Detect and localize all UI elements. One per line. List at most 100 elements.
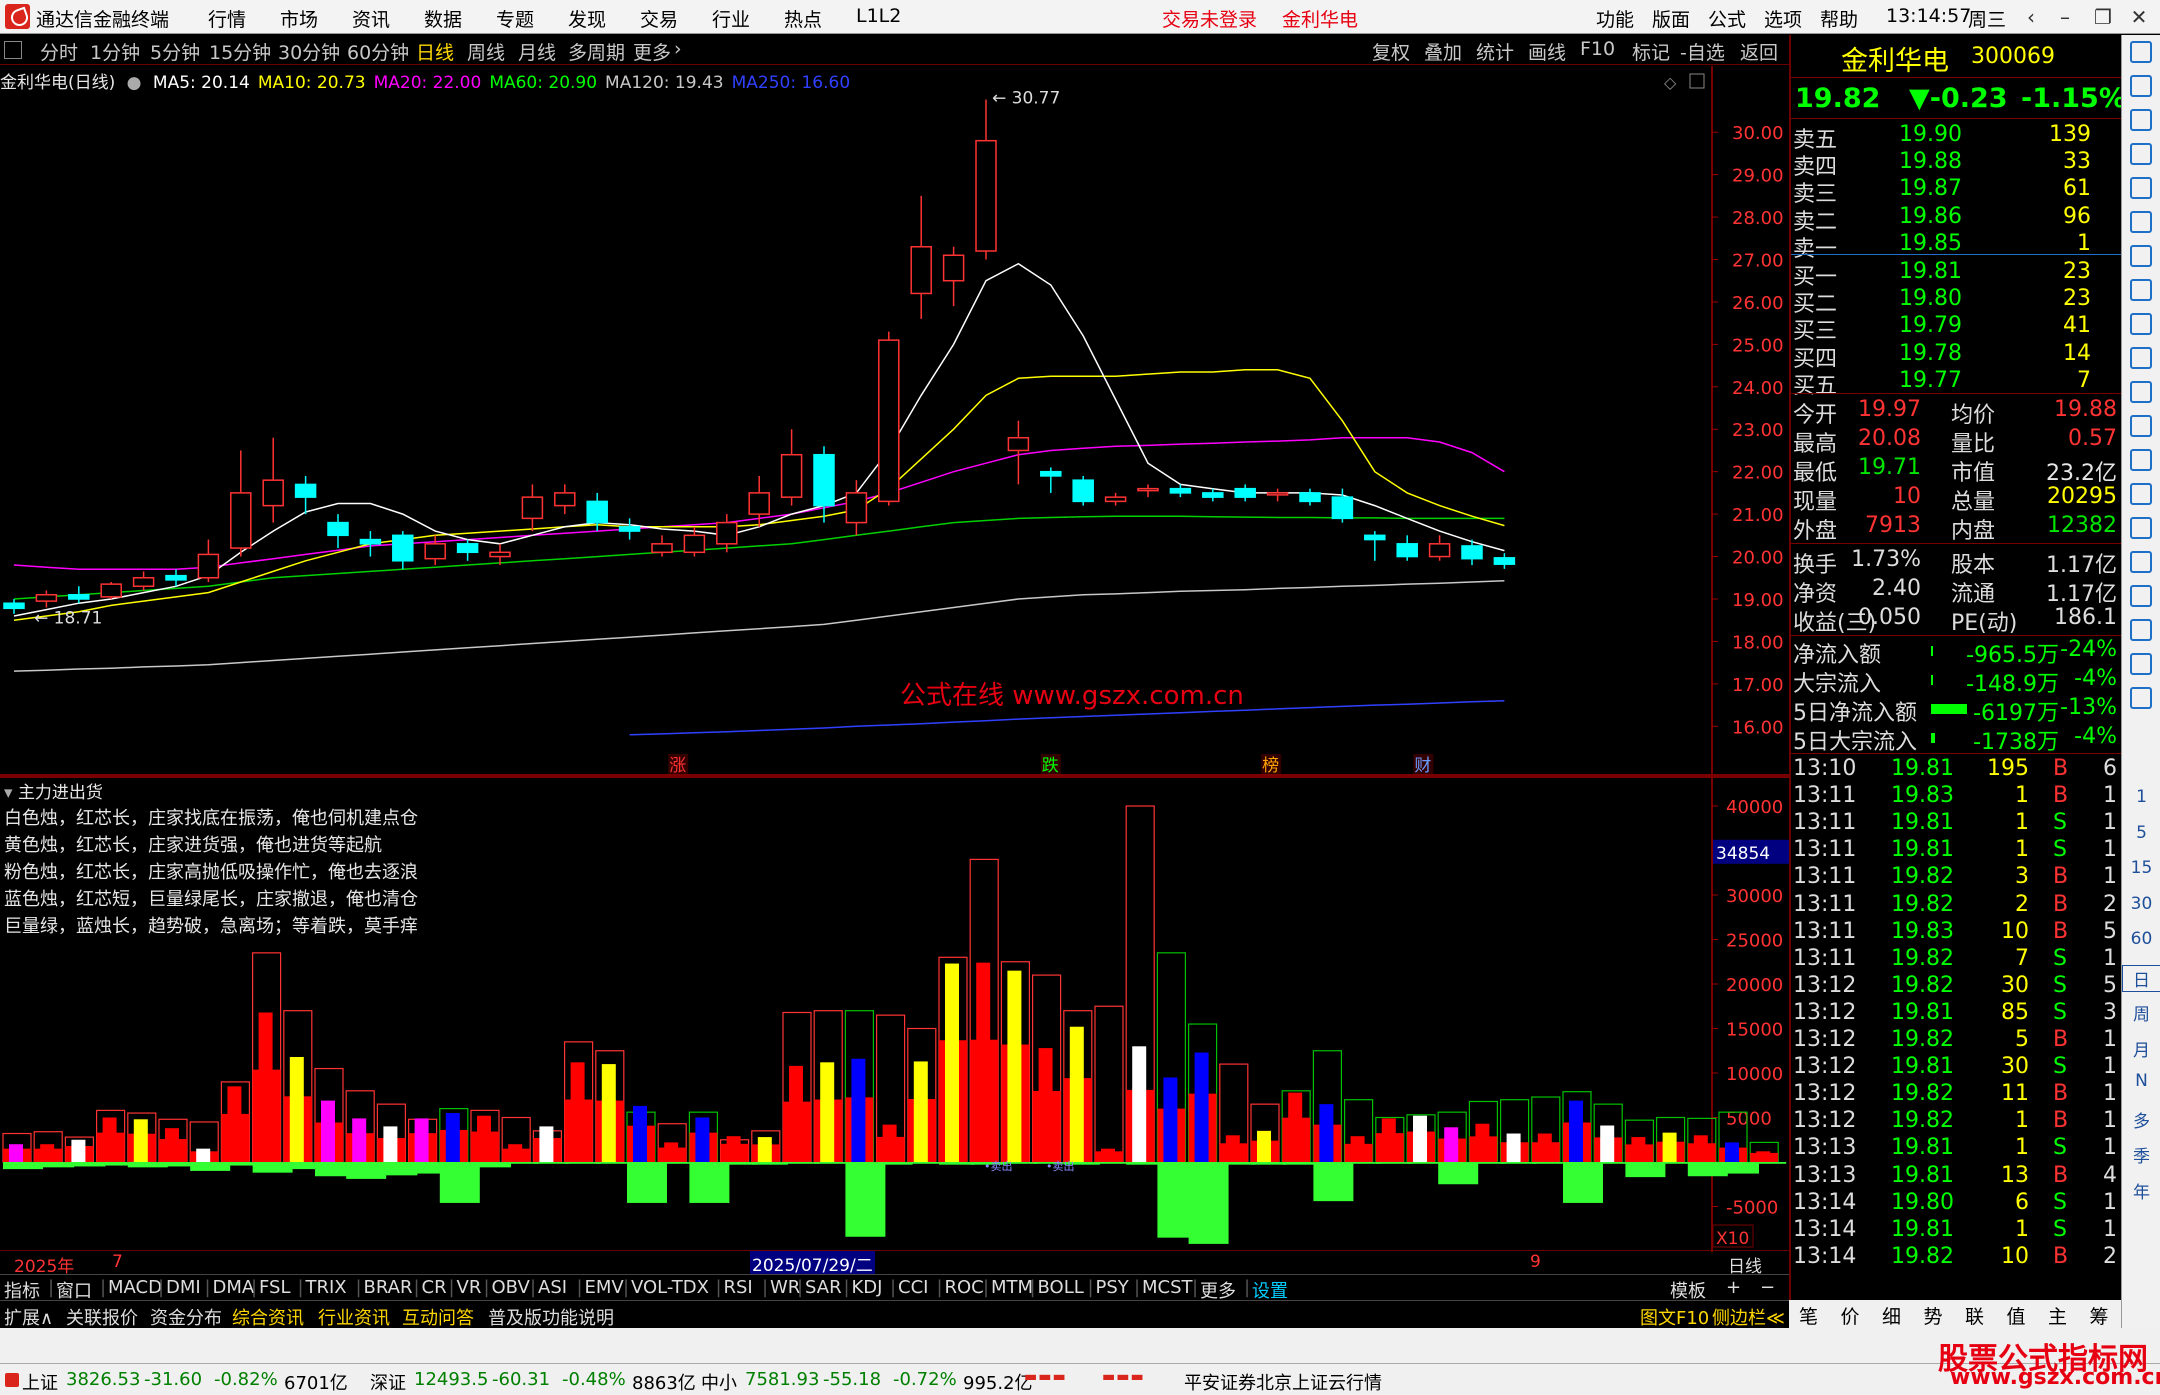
bottom-tab-3[interactable]: 综合资讯 (232, 1304, 304, 1330)
f10-icon[interactable] (2130, 313, 2152, 335)
menu-options[interactable]: 选项 (1764, 5, 1802, 32)
quote-tab-1[interactable]: 价 (1841, 1302, 1860, 1329)
history-icon[interactable] (2130, 41, 2152, 63)
side-period-6[interactable]: 周 (2122, 1000, 2160, 1025)
side-period-11[interactable]: 年 (2122, 1178, 2160, 1203)
menu-market[interactable]: 市场 (280, 5, 318, 32)
btn-draw[interactable]: 画线 (1528, 38, 1566, 65)
quote-tab-6[interactable]: 主 (2048, 1302, 2067, 1329)
menu-quotes[interactable]: 行情 (208, 5, 246, 32)
side-period-10[interactable]: 季 (2122, 1142, 2160, 1167)
indicator-tab-boll[interactable]: BOLL (1038, 1277, 1084, 1298)
candle-icon[interactable] (2130, 245, 2152, 267)
alarm-icon[interactable] (2130, 687, 2152, 709)
quote-tab-3[interactable]: 势 (1924, 1302, 1943, 1329)
indicator-tab-asi[interactable]: ASI (538, 1277, 567, 1298)
side-period-2[interactable]: 15 (2122, 858, 2160, 878)
quote-tab-7[interactable]: 筹 (2090, 1302, 2109, 1329)
doc-icon[interactable] (2130, 347, 2152, 369)
status-index-name[interactable]: 上证 (22, 1369, 58, 1395)
side-period-8[interactable]: N (2122, 1071, 2160, 1091)
indicator-tab-psy[interactable]: PSY (1096, 1277, 1129, 1298)
menu-function[interactable]: 功能 (1596, 5, 1634, 32)
settings-icon[interactable]: ● (127, 73, 142, 93)
side-period-7[interactable]: 月 (2122, 1036, 2160, 1061)
side-period-1[interactable]: 5 (2122, 823, 2160, 843)
menu-help[interactable]: 帮助 (1820, 5, 1858, 32)
side-period-9[interactable]: 多 (2122, 1107, 2160, 1132)
move-icon[interactable] (2130, 585, 2152, 607)
btn-mark[interactable]: 标记 (1632, 38, 1670, 65)
quote-tab-5[interactable]: 值 (2007, 1302, 2026, 1329)
indicator-tab-vr[interactable]: VR (457, 1277, 482, 1298)
table-icon[interactable] (2130, 177, 2152, 199)
btn-remove-watchlist[interactable]: -自选 (1680, 38, 1725, 65)
period-more[interactable]: 更多 (633, 38, 671, 65)
fz-icon[interactable] (2130, 415, 2152, 437)
line-chart-icon[interactable] (2130, 211, 2152, 233)
period-weekly[interactable]: 周线 (467, 38, 505, 65)
btn-f10[interactable]: F10 (1580, 38, 1615, 60)
btn-statistics[interactable]: 统计 (1476, 38, 1514, 65)
period-60min[interactable]: 60分钟 (347, 38, 409, 65)
event-marker[interactable]: 榜 (1262, 756, 1279, 776)
restore-icon[interactable]: ❐ (2088, 2, 2118, 32)
period-1min[interactable]: 1分钟 (90, 38, 140, 65)
pencil-icon[interactable] (2130, 619, 2152, 641)
indicator-tab-emv[interactable]: EMV (585, 1277, 624, 1298)
bottom-tab-4[interactable]: 行业资讯 (318, 1304, 390, 1330)
list-icon[interactable] (2130, 279, 2152, 301)
menu-trade[interactable]: 交易 (640, 5, 678, 32)
period-daily[interactable]: 日线 (416, 38, 454, 65)
indicator-tab-wr[interactable]: WR (770, 1277, 800, 1298)
kline-chart[interactable]: 30.00 29.00 28.00 27.00 26.00 25.00 24.00 23.00… (0, 66, 1789, 776)
indicator-tab-trix[interactable]: TRIX (306, 1277, 347, 1298)
toggle-panel-icon[interactable] (4, 41, 22, 59)
sidebar-toggle[interactable]: 侧边栏≪ (1712, 1304, 1785, 1330)
indicator-tab-macd[interactable]: MACD (108, 1277, 162, 1298)
bar-icon[interactable] (2130, 517, 2152, 539)
indicator-tab-cci[interactable]: CCI (898, 1277, 928, 1298)
event-marker[interactable]: 财 (1414, 756, 1431, 776)
back-icon[interactable]: ‹ (2016, 2, 2046, 32)
side-period-4[interactable]: 60 (2122, 929, 2160, 949)
indicator-tab-mcst[interactable]: MCST (1142, 1277, 1193, 1298)
period-monthly[interactable]: 月线 (518, 38, 556, 65)
minimize-icon[interactable]: – (2050, 2, 2080, 32)
diamond-icon[interactable]: ◇ (1664, 73, 1677, 92)
up-arrow-icon[interactable] (2130, 75, 2152, 97)
menu-layout[interactable]: 版面 (1652, 5, 1690, 32)
btn-restore-rights[interactable]: 复权 (1372, 38, 1410, 65)
quote-tab-2[interactable]: 细 (1882, 1302, 1901, 1329)
menu-formula[interactable]: 公式 (1708, 5, 1746, 32)
event-marker[interactable]: 跌 (1042, 756, 1059, 776)
period-15min[interactable]: 15分钟 (209, 38, 271, 65)
indicator-tab-rsi[interactable]: RSI (724, 1277, 753, 1298)
trade-login-status[interactable]: 交易未登录 (1162, 5, 1257, 32)
period-intraday[interactable]: 分时 (40, 38, 78, 65)
indicator-tab-kdj[interactable]: KDJ (852, 1277, 883, 1298)
menu-industry[interactable]: 行业 (712, 5, 750, 32)
period-multi[interactable]: 多周期 (568, 38, 625, 65)
indicator-tab-vol-tdx[interactable]: VOL-TDX (631, 1277, 709, 1298)
indicator-tab-cr[interactable]: CR (422, 1277, 447, 1298)
menu-data[interactable]: 数据 (424, 5, 462, 32)
panel-icon[interactable] (1689, 73, 1705, 89)
btn-overlay[interactable]: 叠加 (1424, 38, 1462, 65)
period-30min[interactable]: 30分钟 (278, 38, 340, 65)
close-icon[interactable]: ✕ (2124, 2, 2154, 32)
bottom-tab-1[interactable]: 关联报价 (66, 1304, 138, 1330)
cycle-icon[interactable] (2130, 449, 2152, 471)
f10-2-icon[interactable] (2130, 381, 2152, 403)
bottom-tab-5[interactable]: 互动问答 (402, 1304, 474, 1330)
menu-news[interactable]: 资讯 (352, 5, 390, 32)
dropdown-icon[interactable]: ▾ (4, 783, 18, 803)
bottom-tab-6[interactable]: 普及版功能说明 (488, 1304, 614, 1330)
bottom-tab-2[interactable]: 资金分布 (150, 1304, 222, 1330)
indicator-tab-dma[interactable]: DMA (213, 1277, 255, 1298)
indicator-tab-mtm[interactable]: MTM (991, 1277, 1033, 1298)
period-5min[interactable]: 5分钟 (150, 38, 200, 65)
chevron-right-icon[interactable]: › (674, 38, 682, 60)
menu-l1l2[interactable]: L1L2 (856, 5, 901, 27)
menu-hot[interactable]: 热点 (784, 5, 822, 32)
